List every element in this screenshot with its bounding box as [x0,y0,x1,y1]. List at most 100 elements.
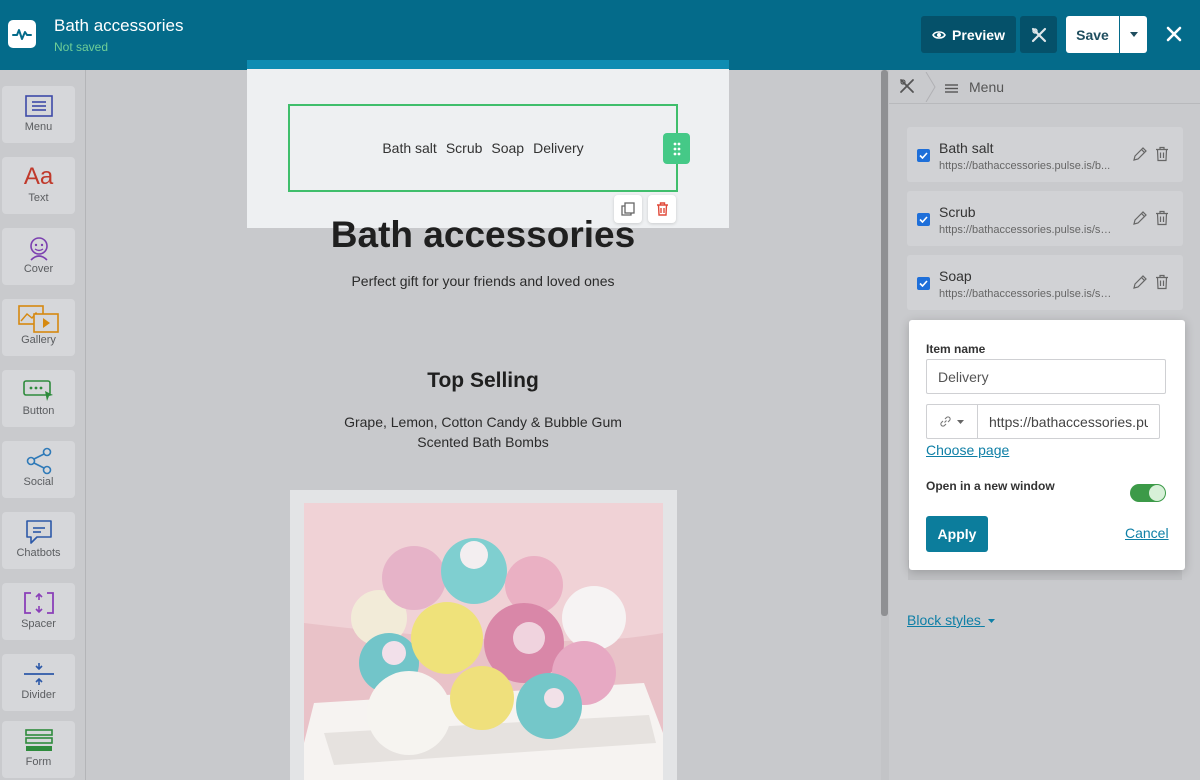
menu-item-row[interactable]: Soap https://bathaccessories.pulse.is/so… [907,255,1183,310]
gallery-icon [17,305,60,333]
section-desc-line: Grape, Lemon, Cotton Candy & Bubble Gum [344,414,622,430]
menu-item-edit-popup: Item name Choose page Open in a new wind… [909,320,1185,570]
tool-divider[interactable]: Divider [2,654,75,711]
text-aa-icon: Aa [23,163,54,190]
breadcrumb-separator-icon [925,72,936,102]
save-status: Not saved [54,40,109,54]
menu-item-name: Soap [939,268,972,284]
nav-link-soap[interactable]: Soap [491,140,524,156]
breadcrumb-current: Menu [969,79,1005,95]
section-title[interactable]: Top Selling [283,369,683,393]
toggle-knob [1149,485,1165,501]
pencil-icon[interactable] [1132,147,1147,167]
nav-link-bath-salt[interactable]: Bath salt [382,140,436,156]
apply-button[interactable]: Apply [926,516,988,552]
tool-form[interactable]: Form [2,721,75,778]
open-new-window-label: Open in a new window [926,479,1055,493]
trash-icon[interactable] [1155,274,1169,295]
breadcrumb: Menu [889,70,1200,104]
social-share-icon [25,447,53,475]
link-icon [940,416,951,427]
tool-label: Chatbots [16,547,61,559]
tool-cover[interactable]: Cover [2,228,75,285]
drag-handle[interactable] [663,133,690,164]
tool-label: Gallery [21,334,56,346]
tool-label: Cover [23,263,54,275]
trash-icon[interactable] [1155,210,1169,231]
cover-icon [26,235,52,261]
item-name-label: Item name [926,342,986,356]
save-options-dropdown[interactable] [1120,16,1147,53]
block-styles-label: Block styles [907,612,981,628]
menu-block-selected[interactable]: Bath salt Scrub Soap Delivery [247,60,729,228]
item-name-input[interactable] [926,359,1166,394]
menu-item-url: https://bathaccessories.pulse.is/sc... [939,224,1114,236]
tools-cross-icon [1031,27,1046,42]
tool-label: Menu [24,121,53,133]
tool-text[interactable]: Aa Text [2,157,75,214]
menu-item-checkbox[interactable] [917,149,930,162]
caret-down-icon [957,419,964,424]
tool-label: Text [28,192,49,204]
menu-item-url: https://bathaccessories.pulse.is/so... [939,288,1114,300]
tool-label: Divider [21,689,56,701]
tool-spacer[interactable]: Spacer [2,583,75,640]
page-title[interactable]: Bath accessories [54,16,183,36]
tool-button[interactable]: Button [2,370,75,427]
item-url-input[interactable] [977,404,1160,439]
open-new-window-toggle[interactable] [1130,484,1166,502]
block-styles-dropdown[interactable]: Block styles [907,612,995,628]
menu-item-name: Scrub [939,204,976,220]
pencil-icon[interactable] [1132,211,1147,231]
eye-icon [932,30,946,39]
tool-label: Spacer [21,618,56,630]
nav-link-delivery[interactable]: Delivery [533,140,584,156]
tool-label: Social [23,476,54,488]
divider-icon [23,661,55,687]
drag-dots-icon [673,142,680,155]
chatbot-icon [25,519,53,545]
tool-menu[interactable]: Menu [2,86,75,143]
spacer-icon [23,590,55,616]
pulse-logo-icon[interactable] [8,20,36,48]
canvas-scrollbar-thumb[interactable] [881,70,888,616]
form-icon [24,728,53,754]
tools-settings-button[interactable] [1020,16,1057,53]
tool-chatbots[interactable]: Chatbots [2,512,75,569]
preview-label: Preview [952,26,1005,43]
pencil-icon[interactable] [1132,275,1147,295]
choose-page-link[interactable]: Choose page [926,442,1009,458]
bath-bombs-image[interactable] [304,503,663,780]
menu-nav[interactable]: Bath salt Scrub Soap Delivery [288,104,678,192]
menu-item-name: Bath salt [939,140,994,156]
trash-icon[interactable] [1155,146,1169,167]
product-card[interactable] [290,490,677,780]
nav-link-scrub[interactable]: Scrub [446,140,483,156]
hero-subtitle[interactable]: Perfect gift for your friends and loved … [283,273,683,289]
menu-block-icon [24,93,53,119]
menu-lines-icon [945,81,958,99]
tool-label: Form [25,756,52,768]
tools-cross-icon[interactable] [899,78,915,99]
preview-button[interactable]: Preview [921,16,1016,53]
hero-title[interactable]: Bath accessories [283,214,683,256]
tool-gallery[interactable]: Gallery [2,299,75,356]
menu-item-row[interactable]: Scrub https://bathaccessories.pulse.is/s… [907,191,1183,246]
menu-item-row[interactable]: Bath salt https://bathaccessories.pulse.… [907,127,1183,182]
caret-down-icon [987,619,995,624]
tool-label: Button [22,405,55,417]
blocks-sidebar: Menu Aa Text Cover Gallery Button Social… [0,70,86,780]
close-icon [1166,26,1182,42]
menu-item-checkbox[interactable] [917,213,930,226]
tool-social[interactable]: Social [2,441,75,498]
close-editor-button[interactable] [1160,20,1188,48]
link-type-select[interactable] [926,404,978,439]
button-block-icon [22,377,55,403]
menu-item-url: https://bathaccessories.pulse.is/b... [939,160,1111,172]
menu-item-checkbox[interactable] [917,277,930,290]
section-description[interactable]: Grape, Lemon, Cotton Candy & Bubble Gum … [313,412,653,452]
caret-down-icon [1129,32,1138,37]
cancel-link[interactable]: Cancel [1125,525,1169,541]
save-button[interactable]: Save [1066,16,1119,53]
section-desc-line: Scented Bath Bombs [417,434,549,450]
